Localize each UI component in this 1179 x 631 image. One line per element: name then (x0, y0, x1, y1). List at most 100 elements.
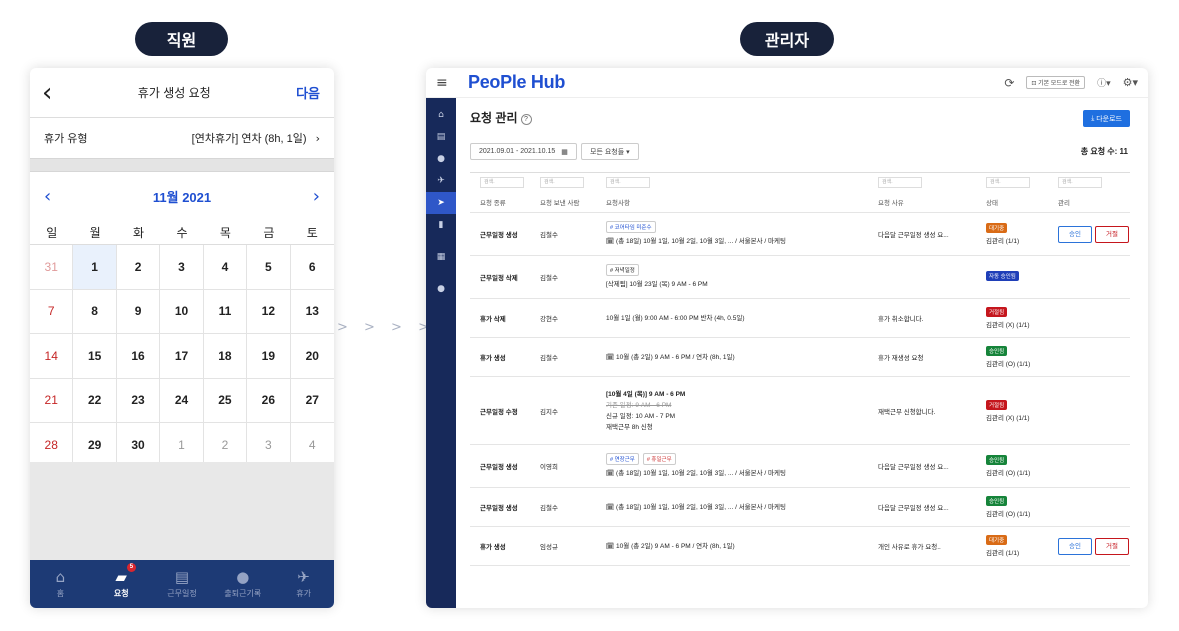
clock-icon[interactable]: ● (426, 148, 456, 170)
request-type: 근무일정 생성 (480, 505, 518, 512)
status-cell: 승인됨 김관리 (O) (1/1) (986, 455, 1058, 477)
list-icon[interactable]: ▤ (426, 126, 456, 148)
gear-icon[interactable]: ⚙▾ (1123, 76, 1138, 89)
filter-input[interactable]: 검색. (986, 176, 1030, 188)
table-row[interactable]: 근무일정 생성 이영희 # 연장근무 # 휴일근무 🗓 (총 18일) 10월 1일, … (470, 445, 1130, 488)
back-icon[interactable]: ‹ (42, 80, 52, 106)
document-icon[interactable]: ▦ (426, 246, 456, 268)
request-filter-dropdown[interactable]: 모든 요청들 ▾ (581, 143, 639, 160)
help-icon[interactable]: ⓘ▾ (1097, 76, 1111, 89)
filter-input[interactable]: 검색. (878, 176, 922, 188)
admin-screen: ≡ PeoPle Hub ⟳ ⊡ 기본 모드로 전환 ⓘ▾ ⚙▾ ⌂ ▤ ● ✈… (426, 68, 1148, 608)
status-badge: 승인됨 (986, 455, 1008, 465)
calendar-day[interactable]: 16 (116, 334, 161, 379)
calendar-day[interactable]: 19 (247, 334, 291, 379)
chart-icon[interactable]: ▮ (426, 214, 456, 236)
prev-month-icon[interactable]: ‹ (44, 186, 51, 207)
calendar-day[interactable]: 1 (73, 245, 117, 290)
refresh-icon[interactable]: ⟳ (1004, 76, 1014, 90)
leave-type-row[interactable]: 휴가 유형 [연차휴가] 연차 (8h, 1일) › (30, 118, 334, 158)
next-button[interactable]: 다음 (296, 83, 320, 102)
filter-input[interactable]: 검색. (1058, 176, 1102, 188)
table-row[interactable]: 휴가 삭제 강현수 10월 1일 (월) 9:00 AM - 6:00 PM 반차 … (470, 299, 1130, 338)
calendar-day[interactable]: 6 (290, 245, 334, 290)
tab-label: 근무일정 (167, 588, 197, 598)
request-reason: 다음달 근무일정 생성 요... (878, 505, 949, 512)
calendar-day[interactable]: 23 (116, 378, 161, 423)
calendar-day[interactable]: 5 (247, 245, 291, 290)
next-month-icon[interactable]: › (313, 186, 320, 207)
leave-type-value: [연차휴가] 연차 (8h, 1일) › (191, 132, 320, 145)
send-icon[interactable]: ➤ (426, 192, 456, 214)
calendar-day[interactable]: 3 (160, 245, 204, 290)
calendar-day[interactable]: 18 (203, 334, 248, 379)
detail-line: 기존 일정: 9 AM - 6 PM (606, 401, 672, 409)
request-sender: 이영희 (540, 464, 558, 471)
calendar-day[interactable]: 2 (116, 245, 161, 290)
calendar-day[interactable]: 8 (73, 289, 117, 334)
calendar-day[interactable]: 21 (30, 378, 74, 423)
reject-button[interactable]: 거절 (1094, 225, 1129, 243)
calendar-day[interactable]: 28 (30, 423, 74, 468)
calendar-day[interactable]: 14 (30, 334, 74, 379)
table-row[interactable]: 휴가 생성 임성규 🗓 10월 (총 2일) 9 AM - 6 PM / 연차 (8… (470, 527, 1130, 566)
download-button[interactable]: ⤓ 다운로드 (1083, 110, 1130, 127)
home-icon[interactable]: ⌂ (426, 104, 456, 126)
tab-home[interactable]: ⌂ 홈 (30, 560, 91, 608)
calendar-day[interactable]: 27 (290, 379, 334, 423)
tab-airplane[interactable]: ✈ 휴가 (273, 560, 334, 608)
table-row[interactable]: 근무일정 수정 김지수 [10월 4일 (목)] 9 AM - 6 PM 기존 일정:… (470, 377, 1130, 445)
calendar-day[interactable]: 17 (160, 334, 204, 379)
help-icon[interactable]: ? (520, 114, 532, 125)
person-icon[interactable]: ● (426, 278, 456, 300)
reject-button[interactable]: 거절 (1094, 537, 1129, 555)
tab-calendar[interactable]: ▤ 근무일정 (152, 560, 213, 608)
calendar-day[interactable]: 22 (73, 378, 117, 423)
tab-clock[interactable]: ● 출퇴근기록 (212, 560, 273, 608)
calendar-day[interactable]: 9 (116, 289, 161, 334)
calendar-day[interactable]: 20 (290, 334, 334, 379)
calendar-day[interactable]: 24 (160, 378, 204, 423)
tag: # 코어타임 미준수 (606, 221, 656, 233)
filter-input[interactable]: 검색. (480, 176, 524, 188)
calendar-day[interactable]: 26 (247, 378, 291, 423)
table-row[interactable]: 휴가 생성 김철수 🗓 10월 (총 2일) 9 AM - 6 PM / 연차 (8… (470, 338, 1130, 377)
view-mode-button[interactable]: ⊡ 기본 모드로 전환 (1026, 76, 1086, 89)
calendar-day[interactable]: 7 (30, 289, 74, 334)
filter-input[interactable]: 검색. (606, 176, 650, 188)
calendar-day[interactable]: 3 (247, 423, 291, 468)
calendar-day[interactable]: 31 (30, 245, 74, 290)
detail-line: [삭제됨] 10월 23일 (목) 9 AM - 6 PM (606, 281, 708, 288)
menu-icon[interactable]: ≡ (436, 75, 468, 91)
status-cell: 대기중 김관리 (1/1) (986, 223, 1058, 245)
calendar-day[interactable]: 2 (203, 423, 248, 468)
inbox-icon: ▰ (115, 567, 127, 586)
calendar-day[interactable]: 25 (203, 378, 248, 423)
request-type: 근무일정 생성 (480, 464, 518, 471)
calendar-day[interactable]: 30 (116, 423, 161, 468)
approve-button[interactable]: 승인 (1058, 225, 1092, 243)
calendar-day[interactable]: 10 (160, 289, 204, 334)
calendar-day[interactable]: 1 (160, 423, 204, 468)
airplane-icon[interactable]: ✈ (426, 170, 456, 192)
table-row[interactable]: 근무일정 삭제 김철수 # 저녁일정 [삭제됨] 10월 23일 (목) 9 AM -… (470, 256, 1130, 299)
table-row[interactable]: 근무일정 생성 김철수 🗓 (총 18일) 10월 1일, 10월 2일, 10월 … (470, 488, 1130, 527)
calendar-day[interactable]: 11 (203, 289, 248, 334)
calendar-day[interactable]: 15 (73, 334, 117, 379)
detail-line: [10월 4일 (목)] 9 AM - 6 PM (606, 390, 686, 398)
date-range-picker[interactable]: 2021.09.01 - 2021.10.15 ▦ (470, 143, 577, 160)
status-badge: 거절됨 (986, 399, 1008, 410)
request-type: 휴가 삭제 (480, 316, 506, 323)
calendar-day[interactable]: 4 (290, 423, 334, 468)
table-row[interactable]: 근무일정 생성 김철수 # 코어타임 미준수 🗓 (총 18일) 10월 1일, 10… (470, 213, 1130, 256)
filter-input[interactable]: 검색. (540, 176, 584, 188)
calendar-day[interactable]: 13 (290, 290, 334, 334)
approve-button[interactable]: 승인 (1058, 537, 1092, 555)
tab-inbox[interactable]: ▰ 5 요청 (91, 560, 152, 608)
request-type: 휴가 생성 (480, 544, 506, 551)
calendar-day[interactable]: 12 (247, 289, 291, 334)
calendar-day[interactable]: 4 (203, 245, 248, 290)
request-details: 🗓 10월 (총 2일) 9 AM - 6 PM / 연차 (8h, 1일) (606, 541, 878, 552)
detail-line: 재택근무 8h 신청 (606, 423, 653, 431)
calendar-day[interactable]: 29 (73, 423, 117, 468)
